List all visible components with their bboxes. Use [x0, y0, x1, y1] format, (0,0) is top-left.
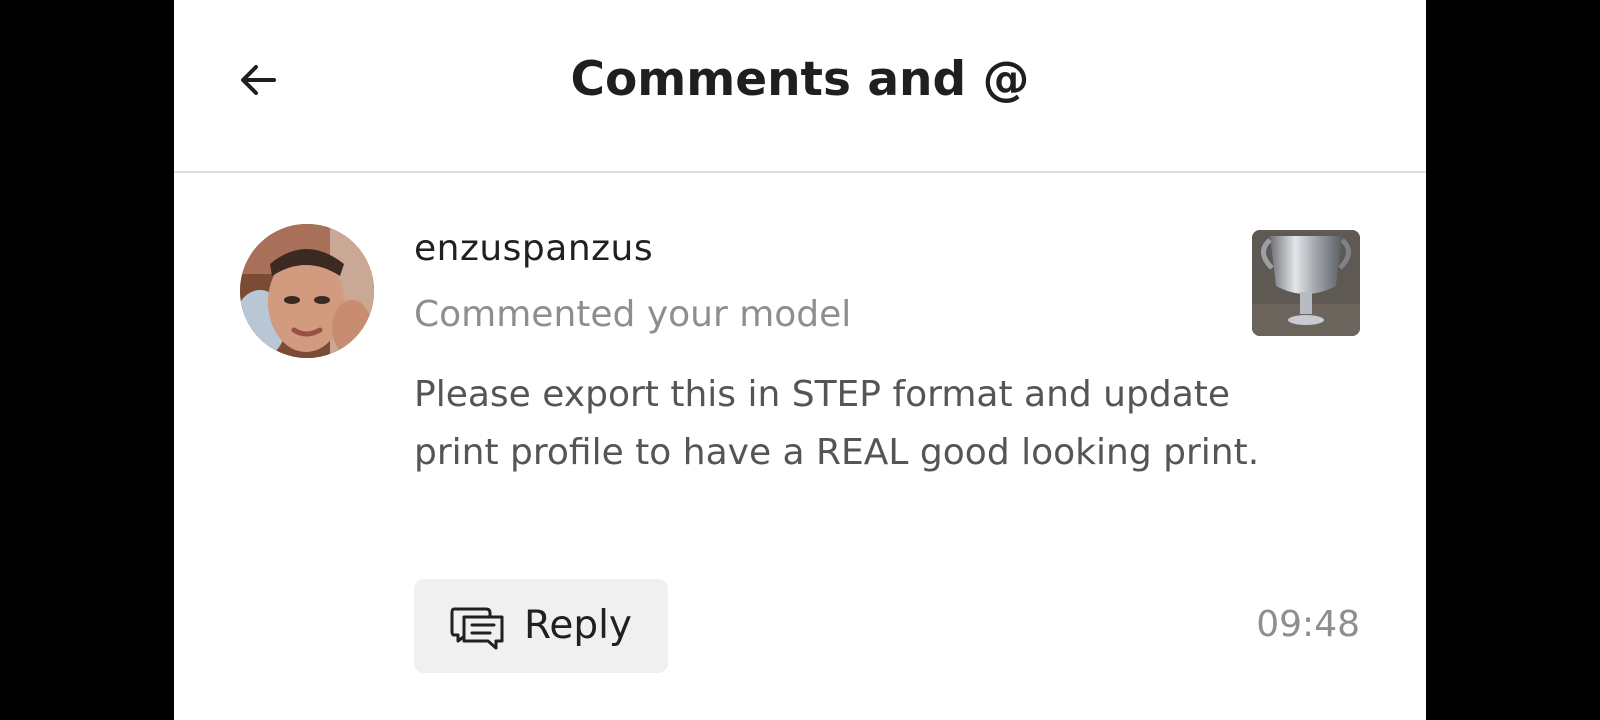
- reply-label: Reply: [524, 603, 633, 648]
- avatar[interactable]: [240, 224, 374, 358]
- reply-button[interactable]: Reply: [414, 579, 668, 673]
- page-title: Comments and @: [570, 52, 1030, 107]
- app-screen: Comments and @ enzuspanzus Commented you…: [174, 0, 1426, 720]
- header-bar: Comments and @: [174, 0, 1426, 173]
- timestamp: 09:48: [1256, 604, 1360, 645]
- username[interactable]: enzuspanzus: [414, 226, 653, 272]
- notification-action-text: Commented your model: [414, 294, 852, 335]
- chat-bubbles-icon: [450, 603, 504, 651]
- comment-text: Please export this in STEP format and up…: [414, 366, 1364, 482]
- comment-line: print profile to have a REAL good lookin…: [414, 432, 1260, 473]
- model-thumbnail[interactable]: [1252, 230, 1360, 336]
- comment-line: Please export this in STEP format and up…: [414, 374, 1231, 415]
